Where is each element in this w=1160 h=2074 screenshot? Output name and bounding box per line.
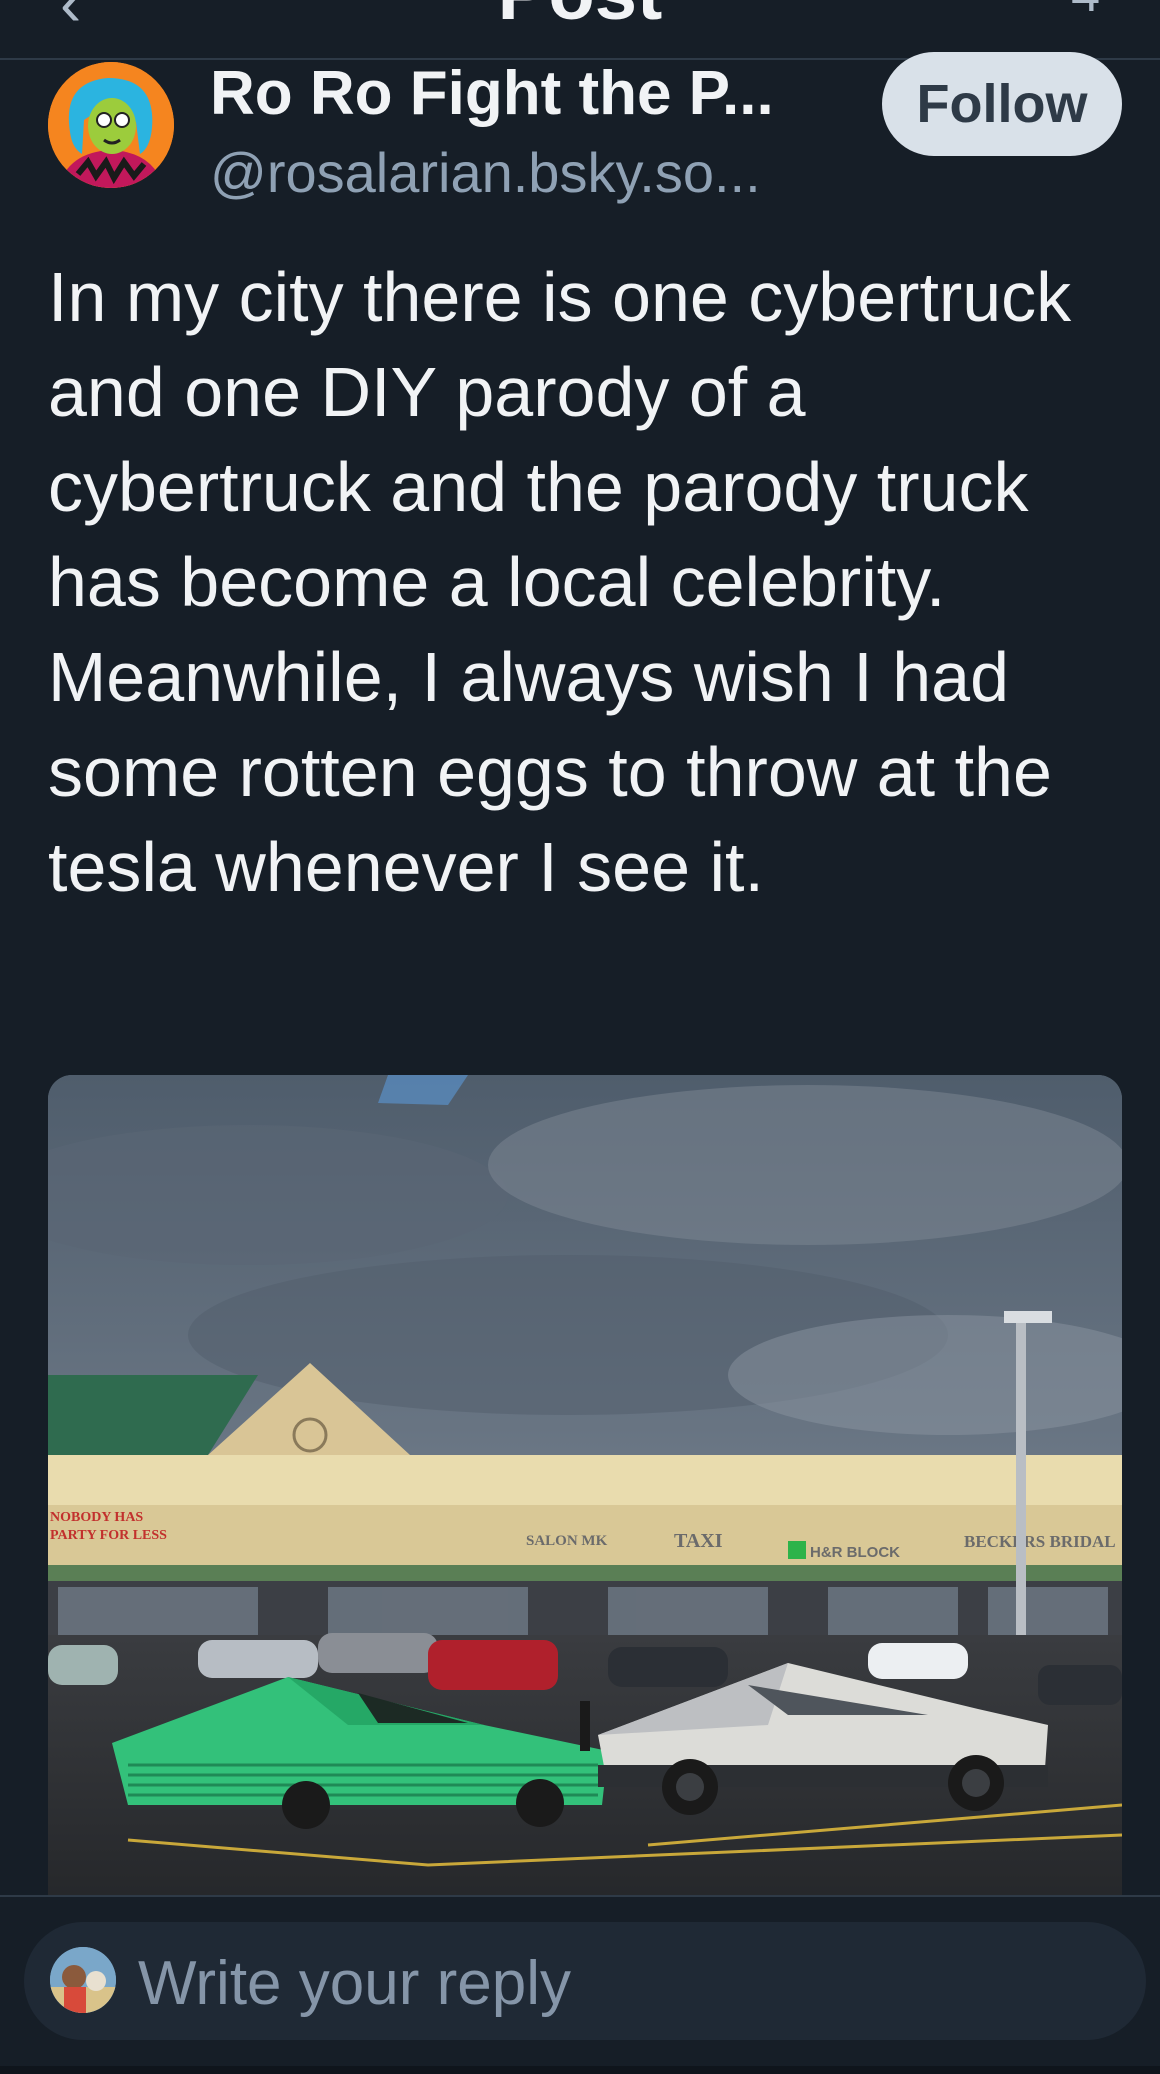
reply-placeholder: Write your reply (138, 1949, 571, 2018)
header-count: 4 (1071, 0, 1100, 24)
reply-bar: Write your reply (0, 1895, 1160, 2074)
post-body-text: In my city there is one cybertruck and o… (48, 258, 1072, 906)
bottom-divider (0, 2066, 1160, 2074)
my-avatar (50, 1947, 116, 2013)
author-display-name[interactable]: Ro Ro Fight the P... (210, 58, 774, 129)
sign-left-bottom: PARTY FOR LESS (50, 1528, 167, 1543)
sign-salon: SALON MK (526, 1533, 608, 1549)
sign-hr-block: H&R BLOCK (810, 1544, 900, 1561)
sign-beckers: BECKERS BRIDAL (964, 1532, 1116, 1551)
sign-taxi: TAXI (674, 1530, 723, 1552)
post-author: Ro Ro Fight the P... @rosalarian.bsky.so… (48, 52, 1122, 204)
reply-input[interactable]: Write your reply (24, 1922, 1146, 2040)
author-avatar[interactable] (48, 62, 174, 188)
top-navigation-bar: ‹ Post 4 (0, 0, 1160, 60)
author-handle[interactable]: @rosalarian.bsky.so... (210, 140, 761, 205)
post-image[interactable]: NOBODY HAS PARTY FOR LESS SALON MK TAXI … (48, 1075, 1122, 1895)
sign-left-top: NOBODY HAS (50, 1510, 143, 1525)
follow-button[interactable]: Follow (882, 52, 1122, 156)
page-title: Post (0, 0, 1160, 37)
